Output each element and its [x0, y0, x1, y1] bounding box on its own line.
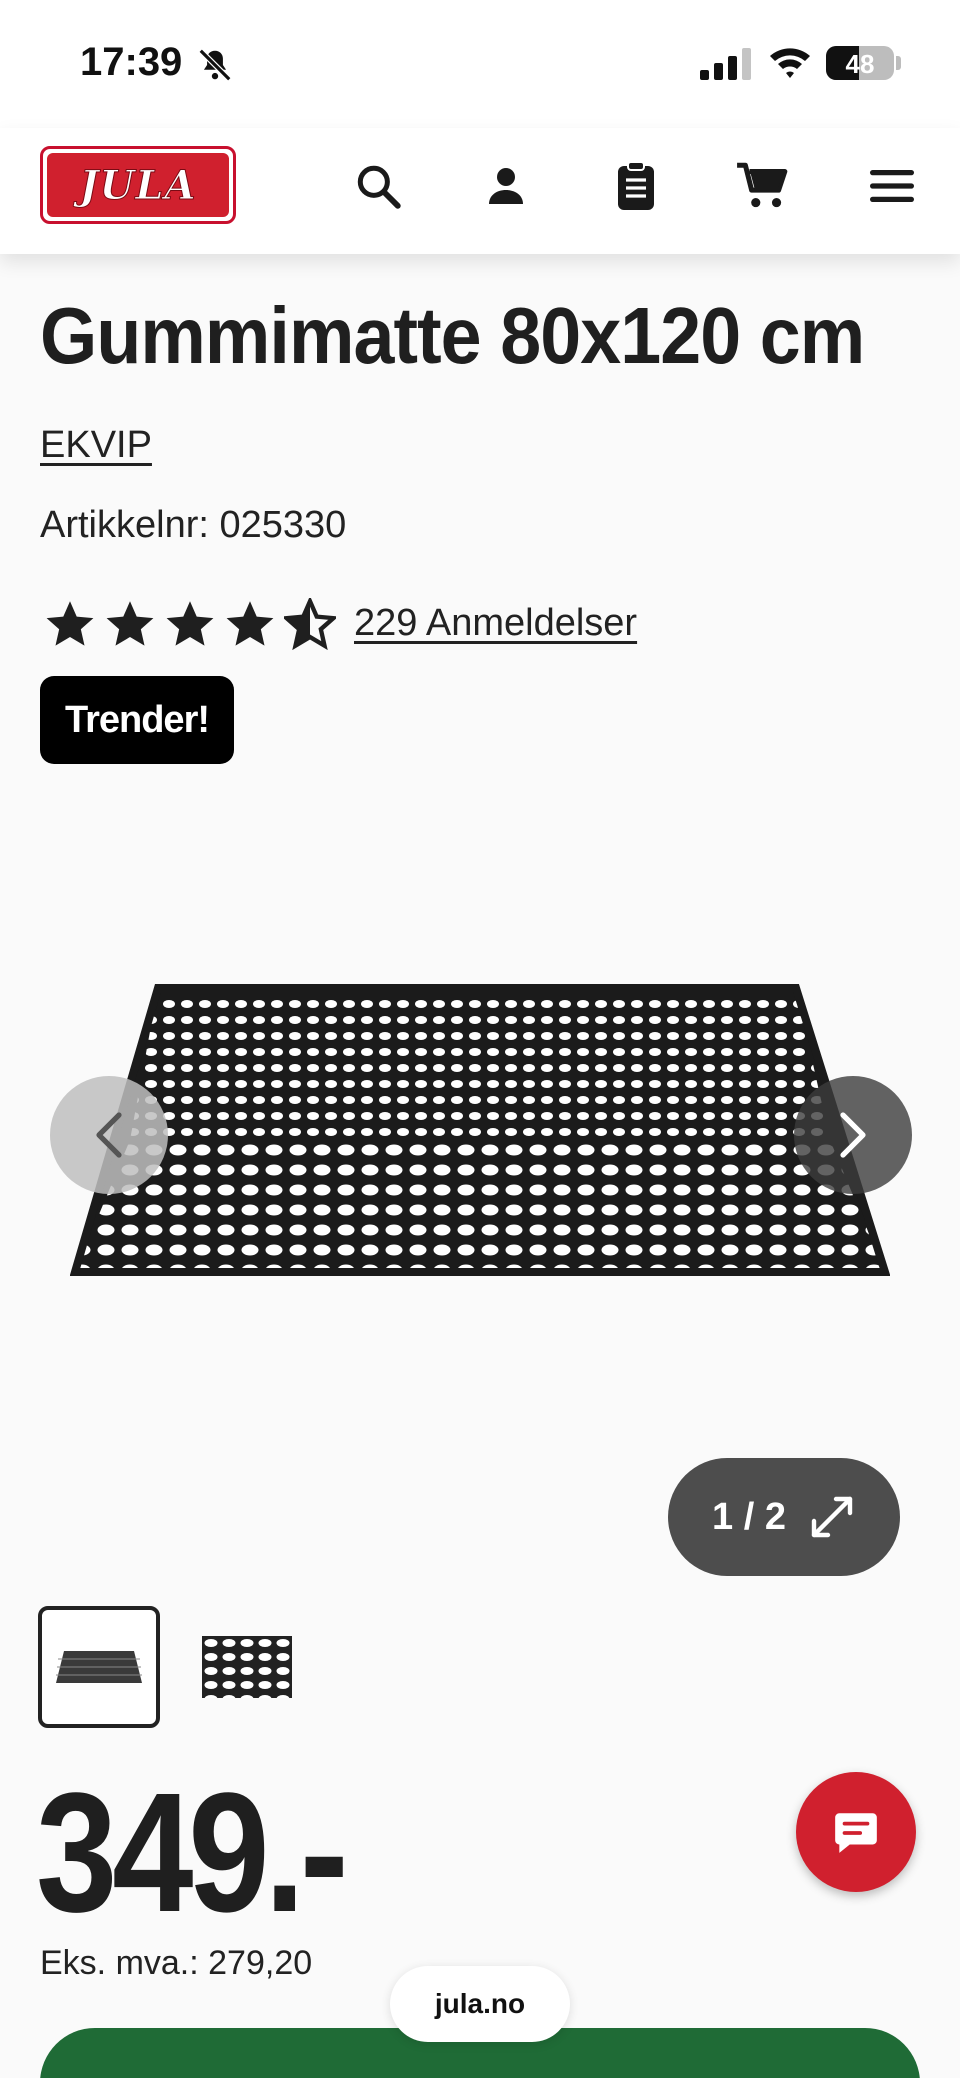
star-icon — [106, 601, 154, 646]
brand-link[interactable]: EKVIP — [40, 424, 152, 467]
product-price: 349.- — [36, 1758, 349, 1948]
next-image-button[interactable] — [794, 1076, 912, 1194]
status-bar: 17:39 48 — [0, 0, 960, 128]
product-page: 17:39 48 JULA Gummimatte 80x120 cm EKVIP… — [0, 0, 960, 2078]
product-image — [70, 984, 890, 1276]
expand-icon — [811, 1496, 853, 1538]
shopping-list-icon[interactable] — [608, 158, 664, 214]
star-icon — [46, 601, 94, 646]
thumbnail-1[interactable] — [38, 1606, 160, 1728]
star-icon — [226, 601, 274, 646]
account-icon[interactable] — [478, 158, 534, 214]
thumbnail-closeup-image — [202, 1636, 292, 1698]
previous-image-button[interactable] — [50, 1076, 168, 1194]
trending-badge: Trender! — [40, 676, 234, 764]
image-counter: 1 / 2 — [712, 1495, 786, 1538]
product-gallery[interactable]: 1 / 2 — [0, 800, 960, 1580]
browser-url-pill[interactable]: jula.no — [390, 1966, 570, 2042]
bell-slash-icon — [198, 48, 232, 82]
menu-icon[interactable] — [864, 158, 920, 214]
logo-background: JULA — [47, 153, 229, 217]
chevron-right-icon — [840, 1112, 866, 1158]
chat-button[interactable] — [796, 1772, 916, 1892]
battery-level: 48 — [845, 49, 875, 79]
chat-icon — [835, 1813, 877, 1853]
image-counter-fullscreen-button[interactable]: 1 / 2 — [668, 1458, 900, 1576]
rating-stars[interactable] — [44, 598, 336, 650]
thumbnail-2[interactable] — [186, 1606, 308, 1728]
thumbnail-mat-image — [56, 1651, 142, 1683]
star-icon — [284, 598, 336, 650]
site-header: JULA — [0, 128, 960, 254]
logo-text: JULA — [79, 161, 197, 209]
reviews-link[interactable]: 229 Anmeldelser — [354, 602, 637, 645]
wifi-icon — [770, 48, 810, 78]
battery-icon: 48 — [826, 46, 894, 80]
battery-tip — [896, 56, 901, 70]
status-time: 17:39 — [80, 40, 183, 84]
jula-logo[interactable]: JULA — [40, 146, 236, 224]
star-icon — [166, 601, 214, 646]
price-ex-vat: Eks. mva.: 279,20 — [40, 1944, 313, 1982]
search-icon[interactable] — [350, 158, 406, 214]
chevron-left-icon — [96, 1112, 122, 1158]
cart-icon[interactable] — [734, 158, 790, 214]
signal-icon — [700, 48, 751, 80]
article-number: Artikkelnr: 025330 — [40, 504, 347, 546]
product-title: Gummimatte 80x120 cm — [40, 291, 865, 380]
